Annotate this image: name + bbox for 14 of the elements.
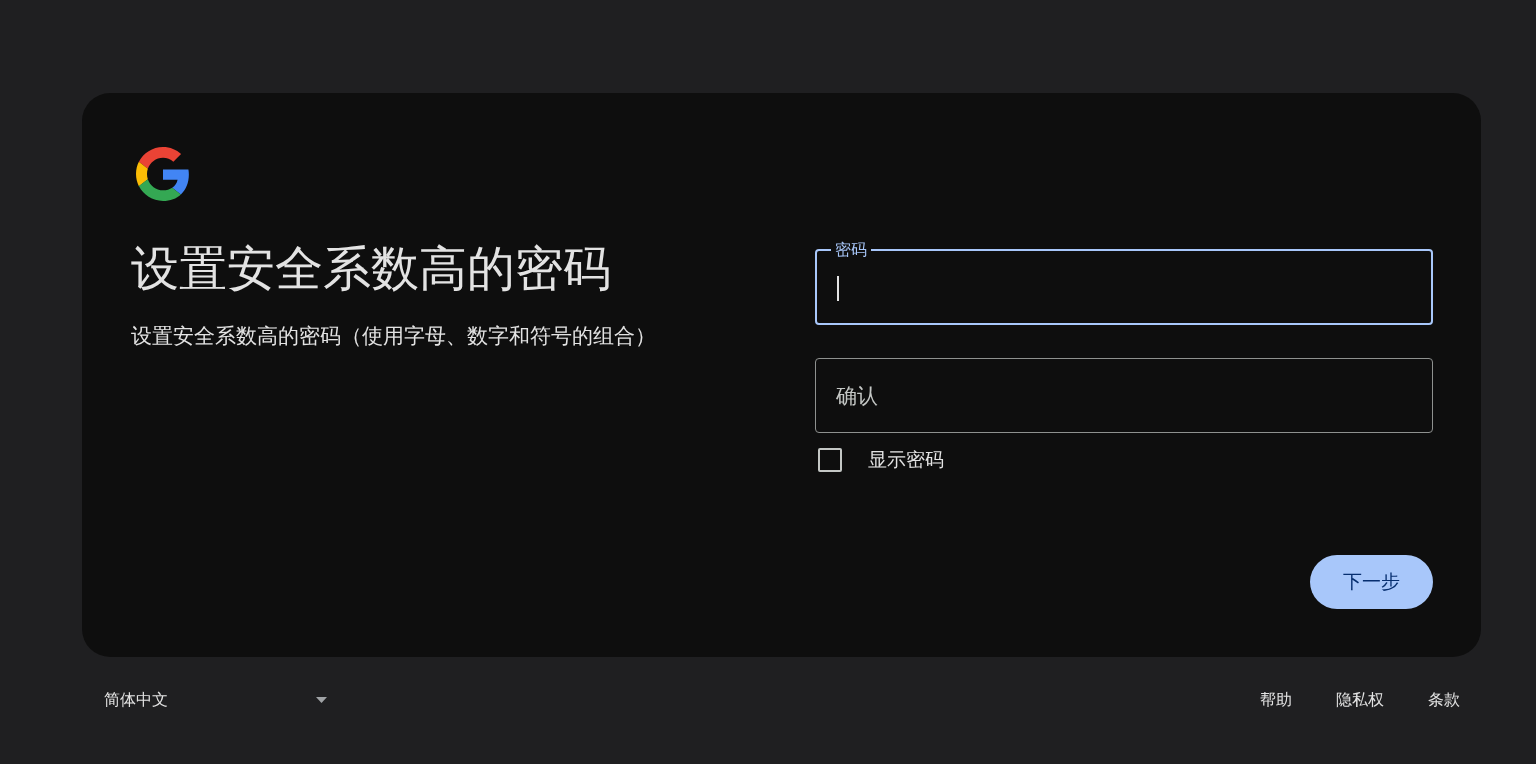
show-password-label[interactable]: 显示密码 (868, 448, 944, 472)
text-cursor-icon (837, 275, 839, 301)
footer-link[interactable]: 隐私权 (1336, 690, 1384, 710)
show-password-checkbox[interactable] (818, 448, 842, 472)
g-logo-icon (136, 147, 190, 201)
page-subtitle: 设置安全系数高的密码（使用字母、数字和符号的组合） (131, 323, 656, 350)
password-field[interactable]: 密码 (815, 240, 1433, 325)
next-button[interactable]: 下一步 (1310, 555, 1433, 609)
confirm-password-field[interactable]: 确认 (815, 358, 1433, 433)
language-select[interactable]: 简体中文 (104, 685, 336, 715)
footer-link[interactable]: 帮助 (1260, 690, 1292, 710)
caret-icon (316, 697, 327, 703)
footer-link[interactable]: 条款 (1428, 690, 1460, 710)
page-title: 设置安全系数高的密码 (131, 240, 611, 296)
